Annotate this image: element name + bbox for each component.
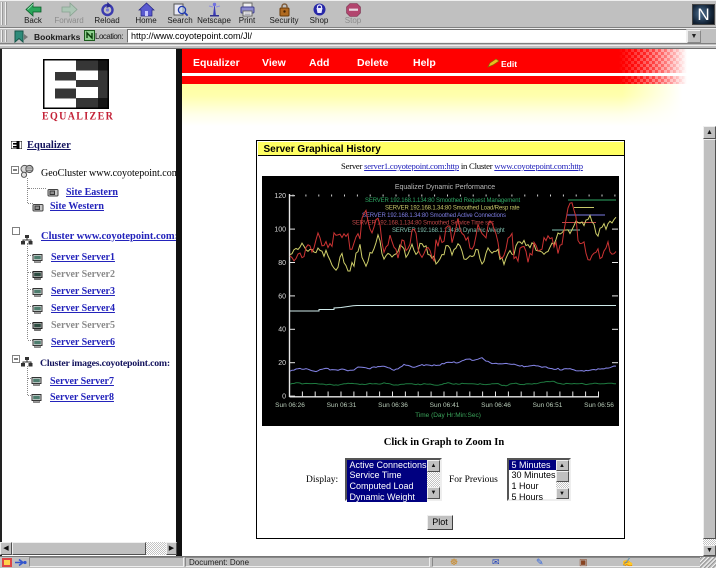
svg-text:SERVER 192.168.1.134:80 Smooth: SERVER 192.168.1.134:80 Smoothed Service… — [352, 221, 494, 227]
svg-text:Time (Day Hr:Min:Sec): Time (Day Hr:Min:Sec) — [415, 412, 481, 419]
svg-text:SERVER 192.168.1.134:80 Smooth: SERVER 192.168.1.134:80 Smoothed Request… — [365, 198, 520, 204]
svg-text:Sun 06:26: Sun 06:26 — [275, 402, 305, 409]
svg-text:SERVER 192.168.1.34:80 Smoothe: SERVER 192.168.1.34:80 Smoothed Active C… — [362, 213, 506, 219]
svg-text:Sun 06:46: Sun 06:46 — [481, 402, 511, 409]
svg-text:120: 120 — [274, 193, 286, 200]
svg-text:80: 80 — [278, 260, 286, 267]
svg-text:Sun 06:41: Sun 06:41 — [430, 402, 460, 409]
svg-text:0: 0 — [282, 394, 286, 401]
svg-text:Sun 06:31: Sun 06:31 — [327, 402, 357, 409]
svg-text:100: 100 — [274, 227, 286, 234]
svg-text:Sun 06:56: Sun 06:56 — [584, 402, 614, 409]
svg-text:Sun 06:51: Sun 06:51 — [533, 402, 563, 409]
svg-text:40: 40 — [278, 327, 286, 334]
svg-text:60: 60 — [278, 293, 286, 300]
svg-text:20: 20 — [278, 360, 286, 367]
svg-text:SERVER 192.168.1.34:80 Smoothe: SERVER 192.168.1.34:80 Smoothed Load/Res… — [385, 206, 520, 212]
svg-text:SERVER 192.168.1.134:80 Dynami: SERVER 192.168.1.134:80 Dynamic Weight — [392, 228, 505, 234]
svg-text:Equalizer Dynamic Performance: Equalizer Dynamic Performance — [395, 184, 495, 191]
svg-text:Sun 06:36: Sun 06:36 — [378, 402, 408, 409]
